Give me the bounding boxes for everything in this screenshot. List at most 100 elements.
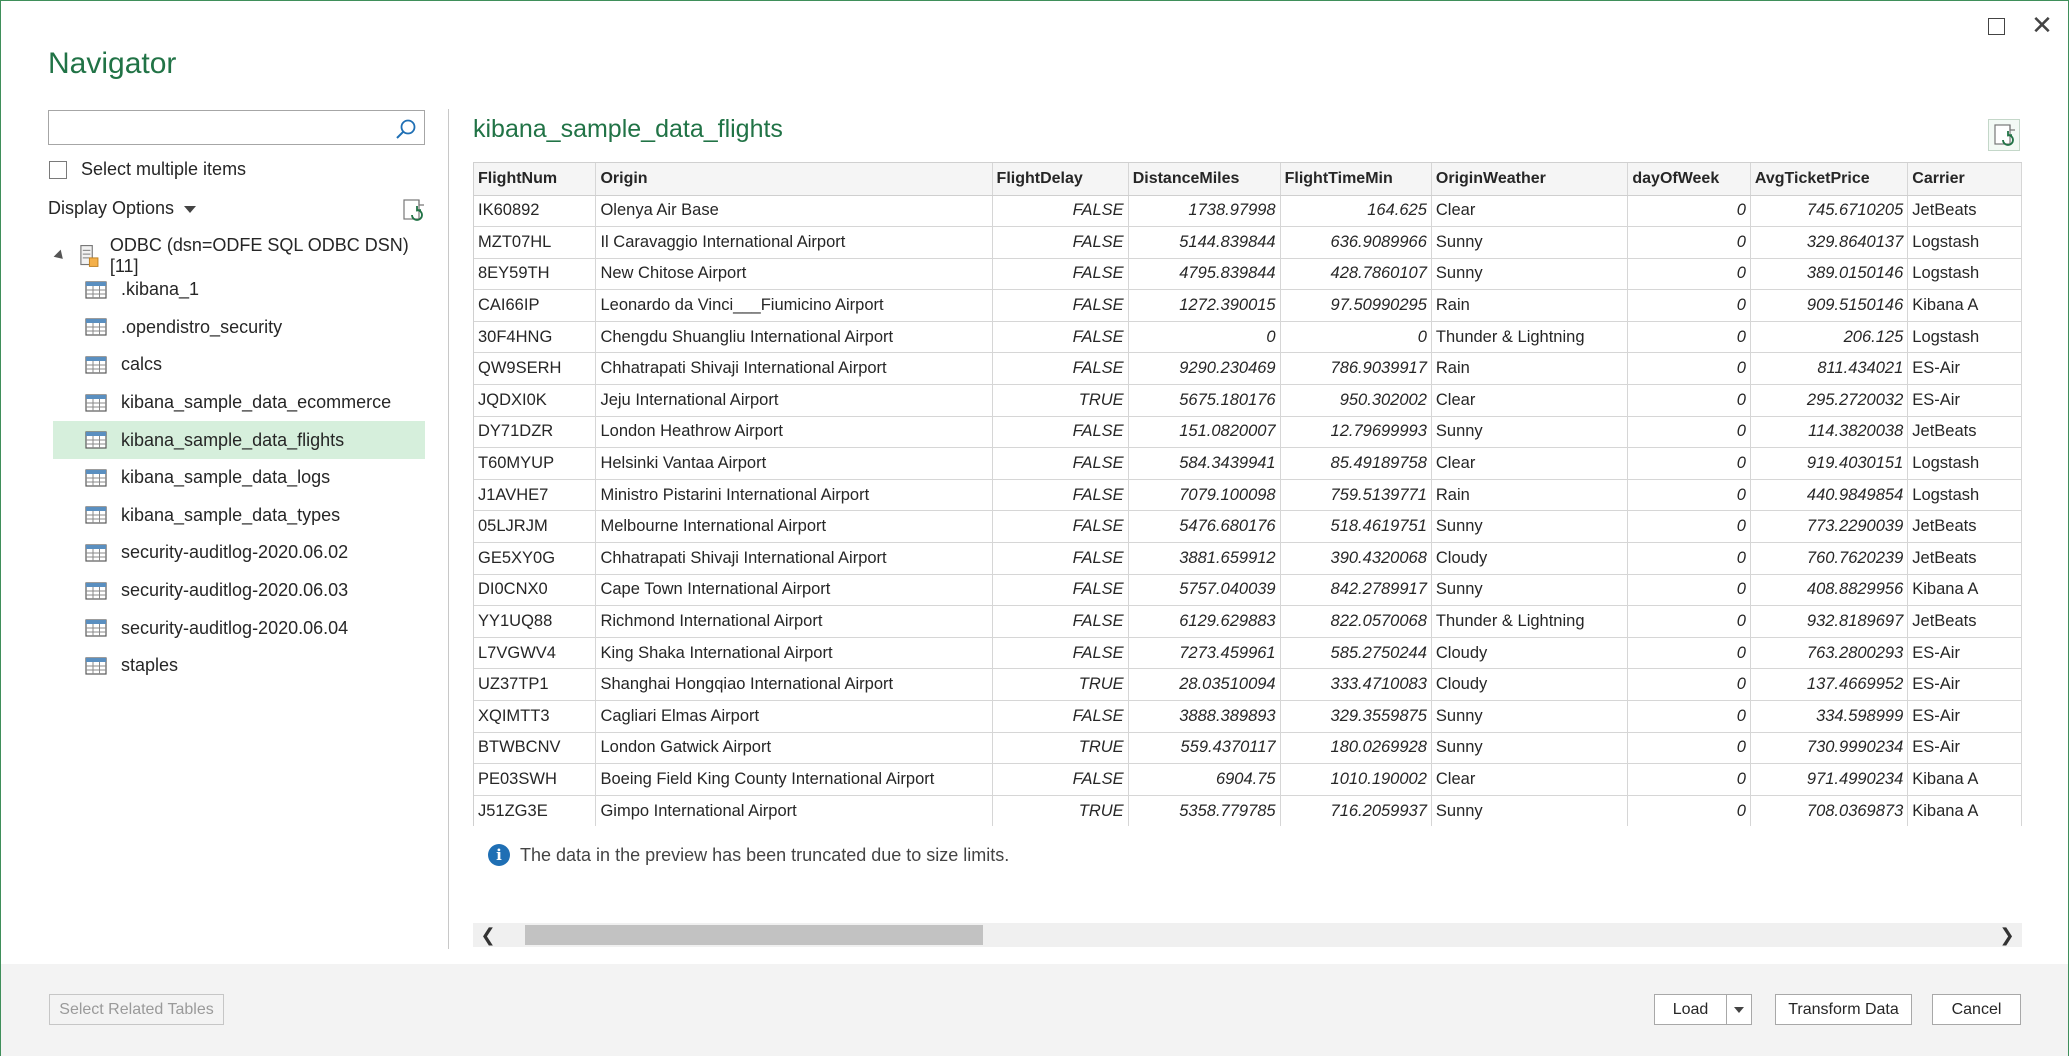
column-header[interactable]: FlightNum bbox=[474, 163, 597, 196]
pane-divider[interactable] bbox=[448, 109, 449, 949]
tree-item[interactable]: security-auditlog-2020.06.02 bbox=[53, 534, 425, 572]
tree-item-label: calcs bbox=[121, 354, 163, 375]
table-cell: 559.4370117 bbox=[1128, 732, 1281, 765]
table-cell: 206.125 bbox=[1750, 321, 1909, 354]
table-cell: 7079.100098 bbox=[1128, 479, 1281, 512]
table-cell: Cape Town International Airport bbox=[595, 574, 993, 607]
table-row: DY71DZR London Heathrow Airport FALSE 151.0… bbox=[474, 416, 2022, 449]
table-cell: Sunny bbox=[1431, 700, 1629, 733]
table-cell: London Heathrow Airport bbox=[595, 416, 993, 449]
table-cell: TRUE bbox=[992, 795, 1129, 826]
search-icon[interactable] bbox=[394, 117, 418, 141]
table-cell: 0 bbox=[1627, 732, 1751, 765]
table-icon bbox=[85, 544, 107, 562]
tree-root-odbc[interactable]: ODBC (dsn=ODFE SQL ODBC DSN) [11] bbox=[53, 235, 425, 276]
select-related-tables-button[interactable]: Select Related Tables bbox=[49, 994, 224, 1025]
table-icon bbox=[85, 469, 107, 487]
column-header[interactable]: Carrier bbox=[1907, 163, 2022, 196]
table-cell: JetBeats bbox=[1907, 605, 2022, 638]
select-multiple-row[interactable]: Select multiple items bbox=[49, 159, 246, 180]
table-cell: 1010.190002 bbox=[1280, 763, 1432, 796]
table-cell: 518.4619751 bbox=[1280, 510, 1432, 544]
scrollbar-thumb[interactable] bbox=[525, 925, 983, 945]
close-button[interactable]: ✕ bbox=[2022, 11, 2062, 41]
scroll-right-icon[interactable]: ❯ bbox=[1992, 923, 2022, 947]
scroll-left-icon[interactable]: ❮ bbox=[473, 923, 503, 947]
table-icon bbox=[85, 318, 107, 336]
table-icon bbox=[85, 506, 107, 524]
column-header[interactable]: FlightTimeMin bbox=[1280, 163, 1432, 196]
table-cell: 30F4HNG bbox=[474, 321, 597, 354]
tree-item-label: kibana_sample_data_flights bbox=[121, 429, 345, 450]
search-input[interactable] bbox=[49, 111, 379, 142]
table-row: 8EY59TH New Chitose Airport FALSE 4795.8398… bbox=[474, 258, 2022, 291]
table-cell: 334.598999 bbox=[1750, 700, 1909, 733]
table-cell: 842.2789917 bbox=[1280, 574, 1432, 607]
horizontal-scrollbar[interactable]: ❮ ❯ bbox=[473, 923, 2022, 947]
load-button[interactable]: Load bbox=[1654, 994, 1727, 1025]
close-icon: ✕ bbox=[2031, 11, 2053, 41]
load-options-button[interactable] bbox=[1726, 994, 1752, 1025]
tree-item[interactable]: kibana_sample_data_ecommerce bbox=[53, 384, 425, 422]
table-cell: Il Caravaggio International Airport bbox=[595, 226, 993, 259]
select-multiple-checkbox[interactable] bbox=[49, 160, 67, 179]
maximize-button[interactable] bbox=[1976, 11, 2016, 41]
transform-data-button[interactable]: Transform Data bbox=[1775, 994, 1912, 1025]
table-cell: FALSE bbox=[992, 226, 1129, 259]
table-cell: 85.49189758 bbox=[1280, 447, 1432, 480]
table-cell: Logstash bbox=[1907, 321, 2022, 354]
table-cell: PE03SWH bbox=[474, 763, 597, 796]
tree-item[interactable]: .opendistro_security bbox=[53, 309, 425, 347]
table-cell: 0 bbox=[1627, 763, 1751, 796]
refresh-icon[interactable] bbox=[400, 197, 426, 223]
table-cell: 786.9039917 bbox=[1280, 352, 1432, 386]
table-cell: 28.03510094 bbox=[1128, 668, 1281, 701]
table-cell: 0 bbox=[1627, 605, 1751, 638]
table-cell: Cloudy bbox=[1431, 637, 1629, 670]
table-cell: 0 bbox=[1627, 321, 1751, 354]
tree-item[interactable]: security-auditlog-2020.06.03 bbox=[53, 572, 425, 610]
table-cell: L7VGWV4 bbox=[474, 637, 597, 670]
table-cell: Gimpo International Airport bbox=[595, 795, 993, 826]
table-cell: Kibana A bbox=[1907, 289, 2022, 322]
table-cell: FALSE bbox=[992, 700, 1129, 733]
column-header[interactable]: dayOfWeek bbox=[1627, 163, 1751, 196]
tree-item[interactable]: calcs bbox=[53, 346, 425, 384]
table-cell: 759.5139771 bbox=[1280, 479, 1432, 512]
tree-item[interactable]: kibana_sample_data_logs bbox=[53, 459, 425, 497]
table-cell: 1738.97998 bbox=[1128, 195, 1281, 228]
column-header[interactable]: Origin bbox=[595, 163, 993, 196]
tree-item[interactable]: staples bbox=[53, 647, 425, 685]
select-multiple-label: Select multiple items bbox=[81, 159, 247, 179]
table-cell: 0 bbox=[1627, 289, 1751, 322]
table-cell: 932.8189697 bbox=[1750, 605, 1909, 638]
preview-table-container[interactable]: FlightNum Origin FlightDelay DistanceMiles F… bbox=[473, 162, 2022, 826]
column-header[interactable]: OriginWeather bbox=[1431, 163, 1629, 196]
tree-item[interactable]: kibana_sample_data_flights bbox=[53, 421, 425, 459]
column-header[interactable]: FlightDelay bbox=[992, 163, 1129, 196]
refresh-preview-button[interactable] bbox=[1988, 119, 2020, 151]
table-cell: GE5XY0G bbox=[474, 542, 597, 575]
tree-item[interactable]: kibana_sample_data_types bbox=[53, 497, 425, 535]
tree-item[interactable]: security-auditlog-2020.06.04 bbox=[53, 609, 425, 647]
column-header[interactable]: AvgTicketPrice bbox=[1750, 163, 1909, 196]
table-cell: FALSE bbox=[992, 352, 1129, 386]
table-row: J51ZG3E Gimpo International Airport TRUE 53… bbox=[474, 795, 2022, 826]
table-cell: Chhatrapati Shivaji International Airpor… bbox=[595, 542, 993, 575]
preview-table: FlightNum Origin FlightDelay DistanceMiles F… bbox=[474, 163, 2022, 826]
cancel-button[interactable]: Cancel bbox=[1932, 994, 2021, 1025]
table-cell: Kibana A bbox=[1907, 574, 2022, 607]
column-header[interactable]: DistanceMiles bbox=[1128, 163, 1281, 196]
tree-root-label: ODBC (dsn=ODFE SQL ODBC DSN) [11] bbox=[109, 235, 409, 276]
table-cell: DY71DZR bbox=[474, 416, 597, 449]
table-row: IK60892 Olenya Air Base FALSE 1738.97998 164… bbox=[474, 195, 2022, 228]
table-cell: 8EY59TH bbox=[474, 258, 597, 291]
table-cell: ES-Air bbox=[1907, 700, 2022, 733]
table-cell: Richmond International Airport bbox=[595, 605, 993, 638]
table-cell: Leonardo da Vinci___Fiumicino Airport bbox=[595, 289, 993, 322]
table-cell: 0 bbox=[1627, 510, 1751, 544]
table-cell: FALSE bbox=[992, 195, 1129, 228]
display-options-dropdown[interactable]: Display Options bbox=[48, 198, 197, 219]
tree-item-label: .opendistro_security bbox=[121, 316, 283, 337]
expand-icon[interactable] bbox=[53, 249, 67, 263]
